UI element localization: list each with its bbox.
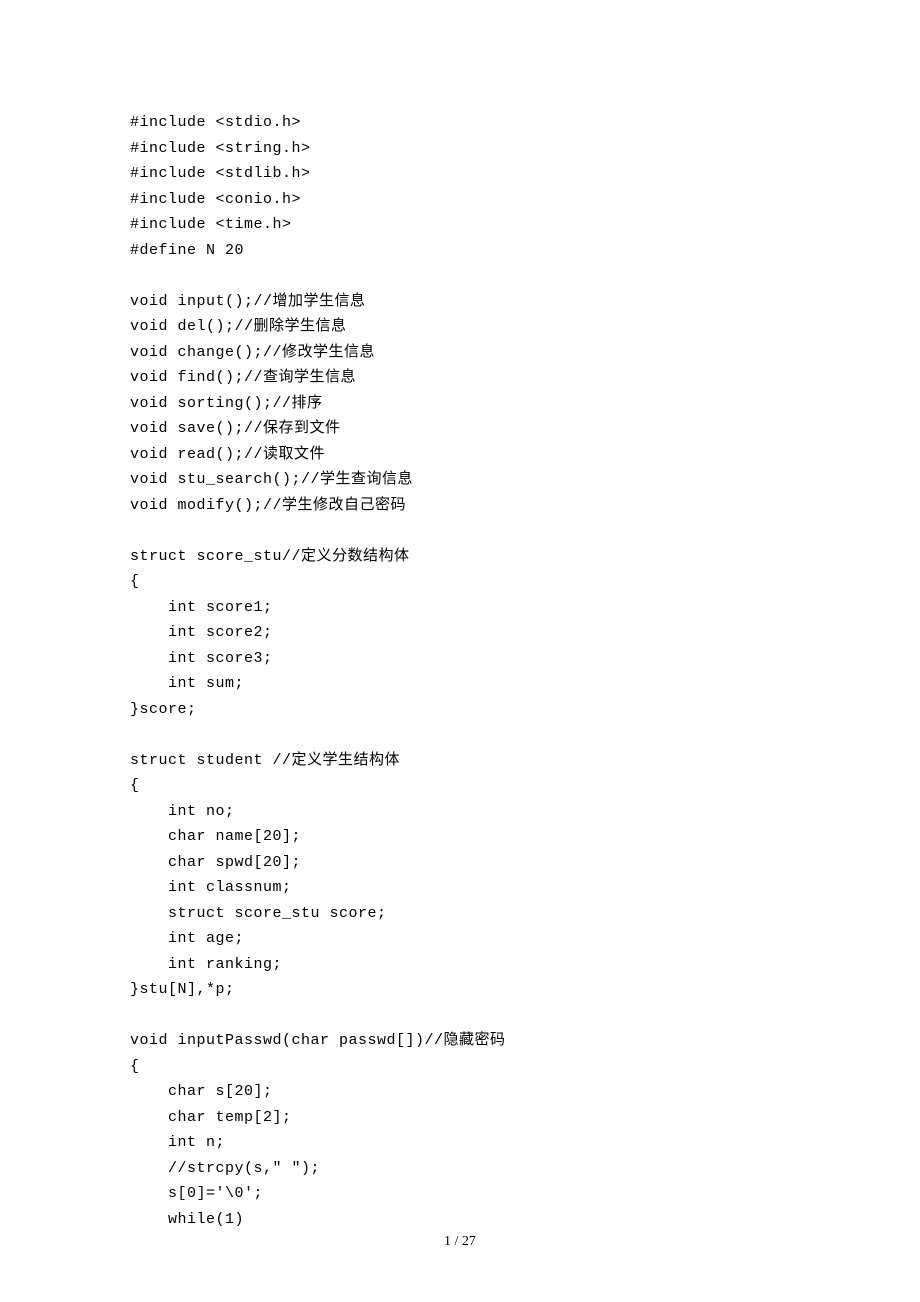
document-page: #include <stdio.h> #include <string.h> #…: [0, 0, 920, 1302]
page-number: 1 / 27: [0, 1230, 920, 1254]
code-block: #include <stdio.h> #include <string.h> #…: [130, 110, 790, 1232]
